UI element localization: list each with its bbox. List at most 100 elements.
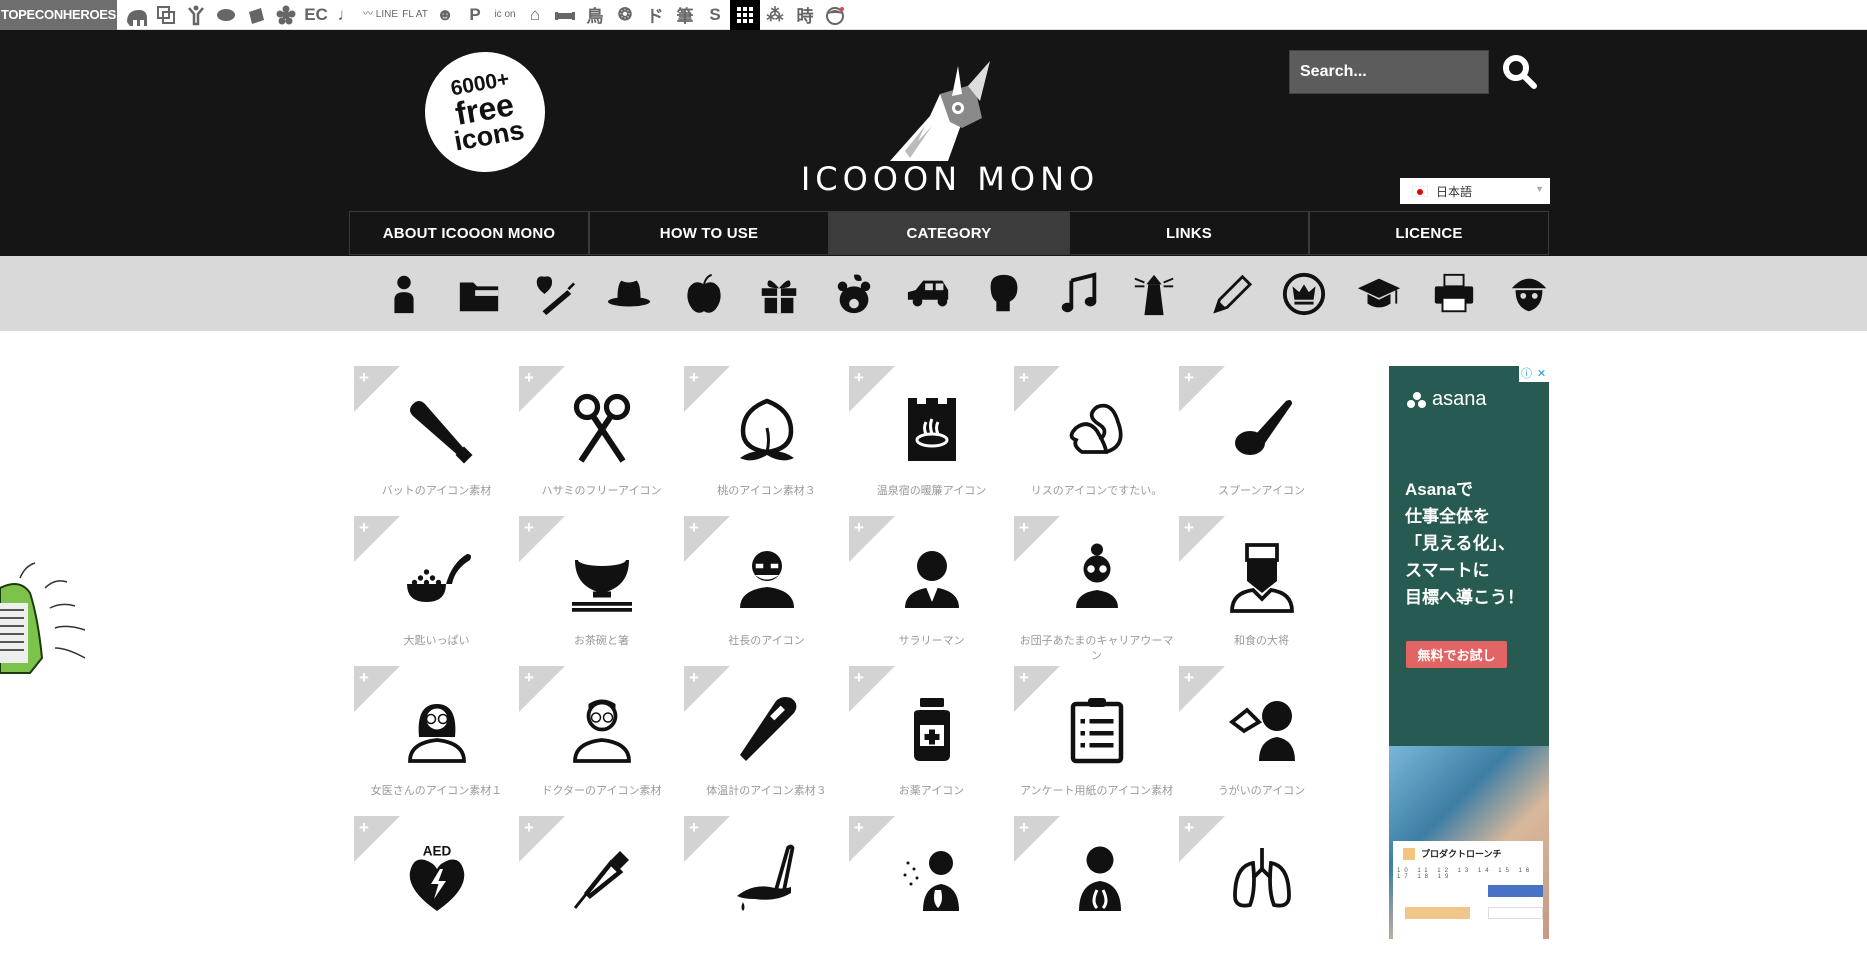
- icon-label[interactable]: うがいのアイコン: [1179, 784, 1344, 799]
- icon-label[interactable]: ハサミのフリーアイコン: [519, 484, 684, 499]
- category-graduation-cap[interactable]: [1341, 264, 1416, 324]
- category-person[interactable]: [366, 264, 441, 324]
- plus-icon[interactable]: +: [689, 819, 699, 836]
- network-site-music-note-icon[interactable]: ♩: [331, 0, 361, 30]
- plus-icon[interactable]: +: [359, 519, 369, 536]
- icon-preview[interactable]: [1219, 838, 1304, 918]
- icon-preview[interactable]: [559, 388, 644, 468]
- category-medical-heart-syringe[interactable]: [516, 264, 591, 324]
- plus-icon[interactable]: +: [1019, 369, 1029, 386]
- plus-icon[interactable]: +: [854, 519, 864, 536]
- ad-close-icon[interactable]: ✕: [1534, 366, 1549, 382]
- icon-label[interactable]: お団子あたまのキャリアウーマン: [1014, 634, 1179, 664]
- icon-label[interactable]: 女医さんのアイコン素材１: [354, 784, 519, 799]
- plus-icon[interactable]: +: [359, 819, 369, 836]
- plus-icon[interactable]: +: [524, 819, 534, 836]
- icon-tile[interactable]: + スプーンアイコン: [1179, 366, 1344, 516]
- icon-tile[interactable]: + リスのアイコンですたい。: [1014, 366, 1179, 516]
- icon-label[interactable]: 大匙いっぱい: [354, 634, 519, 649]
- network-site-flower-icon[interactable]: [271, 0, 301, 30]
- network-site-bird-kanji-site[interactable]: 鳥: [580, 0, 610, 30]
- network-site-dancer-icon[interactable]: [181, 0, 211, 30]
- category-pirate-skull[interactable]: [1491, 264, 1566, 324]
- network-site-time-kanji-site[interactable]: 時: [790, 0, 820, 30]
- network-site-sofa-icon[interactable]: [550, 0, 580, 30]
- icon-tile[interactable]: + お薬アイコン: [849, 666, 1014, 816]
- nav-licence[interactable]: LICENCE: [1309, 211, 1549, 255]
- icon-preview[interactable]: [1219, 538, 1304, 618]
- icon-tile[interactable]: +: [1179, 816, 1344, 966]
- plus-icon[interactable]: +: [1019, 669, 1029, 686]
- icon-tile[interactable]: +: [684, 816, 849, 966]
- category-gift[interactable]: [741, 264, 816, 324]
- icon-preview[interactable]: [1054, 538, 1139, 618]
- icon-preview[interactable]: [889, 838, 974, 918]
- icon-tile[interactable]: + サラリーマン: [849, 516, 1014, 666]
- plus-icon[interactable]: +: [359, 669, 369, 686]
- network-site-brush-kanji-site[interactable]: 筆: [670, 0, 700, 30]
- search-icon[interactable]: [1500, 52, 1540, 92]
- plus-icon[interactable]: +: [689, 669, 699, 686]
- icon-tile[interactable]: +: [1014, 816, 1179, 966]
- network-site-pattern-icon[interactable]: ❂: [610, 0, 640, 30]
- asana-ad[interactable]: ⓘ ✕ asana Asanaで 仕事全体を 「見える化」、 スマートに 目標へ…: [1389, 366, 1549, 939]
- icon-tile[interactable]: + ハサミのフリーアイコン: [519, 366, 684, 516]
- icon-label[interactable]: 体温計のアイコン素材３: [684, 784, 849, 799]
- plus-icon[interactable]: +: [1184, 519, 1194, 536]
- icon-preview[interactable]: [559, 538, 644, 618]
- icon-preview[interactable]: [394, 688, 479, 768]
- category-music[interactable]: [1041, 264, 1116, 324]
- plus-icon[interactable]: +: [524, 669, 534, 686]
- plus-icon[interactable]: +: [1184, 669, 1194, 686]
- icon-tile[interactable]: + AED: [354, 816, 519, 966]
- icon-tile[interactable]: + 体温計のアイコン素材３: [684, 666, 849, 816]
- icon-tile[interactable]: + お団子あたまのキャリアウーマン: [1014, 516, 1179, 666]
- plus-icon[interactable]: +: [524, 369, 534, 386]
- icon-preview[interactable]: [724, 688, 809, 768]
- icon-label[interactable]: サラリーマン: [849, 634, 1014, 649]
- icon-tile[interactable]: + アンケート用紙のアイコン素材: [1014, 666, 1179, 816]
- category-printer[interactable]: [1416, 264, 1491, 324]
- icon-label[interactable]: スプーンアイコン: [1179, 484, 1344, 499]
- icon-label[interactable]: バットのアイコン素材: [354, 484, 519, 499]
- icon-preview[interactable]: [889, 688, 974, 768]
- network-site-ec-site[interactable]: EC: [301, 0, 331, 30]
- icon-preview[interactable]: [559, 838, 644, 918]
- icon-tile[interactable]: + 女医さんのアイコン素材１: [354, 666, 519, 816]
- category-car[interactable]: [891, 264, 966, 324]
- icon-label[interactable]: 桃のアイコン素材３: [684, 484, 849, 499]
- search-input[interactable]: Search...: [1289, 50, 1489, 94]
- icon-tile[interactable]: +: [849, 816, 1014, 966]
- network-site-overlap-squares-icon[interactable]: [151, 0, 181, 30]
- icon-tile[interactable]: + 和食の大将: [1179, 516, 1344, 666]
- network-site-girl-face-icon[interactable]: [820, 0, 850, 30]
- network-site-s-site[interactable]: S: [700, 0, 730, 30]
- site-title[interactable]: ICOOON MONO: [800, 160, 1100, 198]
- category-pencil[interactable]: [1191, 264, 1266, 324]
- icon-label[interactable]: アンケート用紙のアイコン素材: [1014, 784, 1179, 799]
- plus-icon[interactable]: +: [854, 369, 864, 386]
- network-site-line-site[interactable]: 〰 LINE: [361, 0, 400, 30]
- icon-label[interactable]: 社長のアイコン: [684, 634, 849, 649]
- icon-preview[interactable]: [1219, 388, 1304, 468]
- icon-tile[interactable]: + 桃のアイコン素材３: [684, 366, 849, 516]
- plus-icon[interactable]: +: [689, 519, 699, 536]
- network-site-building-icon[interactable]: ⌂: [520, 0, 550, 30]
- icon-preview[interactable]: [889, 388, 974, 468]
- icon-label[interactable]: お茶碗と箸: [519, 634, 684, 649]
- category-bear[interactable]: [816, 264, 891, 324]
- icon-label[interactable]: お薬アイコン: [849, 784, 1014, 799]
- icon-tile[interactable]: + 大匙いっぱい: [354, 516, 519, 666]
- icon-preview[interactable]: [1054, 388, 1139, 468]
- icon-tile[interactable]: + バットのアイコン素材: [354, 366, 519, 516]
- network-site-smile-icon[interactable]: ☻: [430, 0, 460, 30]
- nav-how-to-use[interactable]: HOW TO USE: [589, 211, 829, 255]
- category-crown[interactable]: [1266, 264, 1341, 324]
- icon-tile[interactable]: + 社長のアイコン: [684, 516, 849, 666]
- icon-tile[interactable]: + 温泉宿の暖簾アイコン: [849, 366, 1014, 516]
- category-folder[interactable]: [441, 264, 516, 324]
- unicorn-logo-icon[interactable]: [870, 56, 1010, 176]
- plus-icon[interactable]: +: [1019, 519, 1029, 536]
- icon-label[interactable]: 和食の大将: [1179, 634, 1344, 649]
- icon-tile[interactable]: + お茶碗と箸: [519, 516, 684, 666]
